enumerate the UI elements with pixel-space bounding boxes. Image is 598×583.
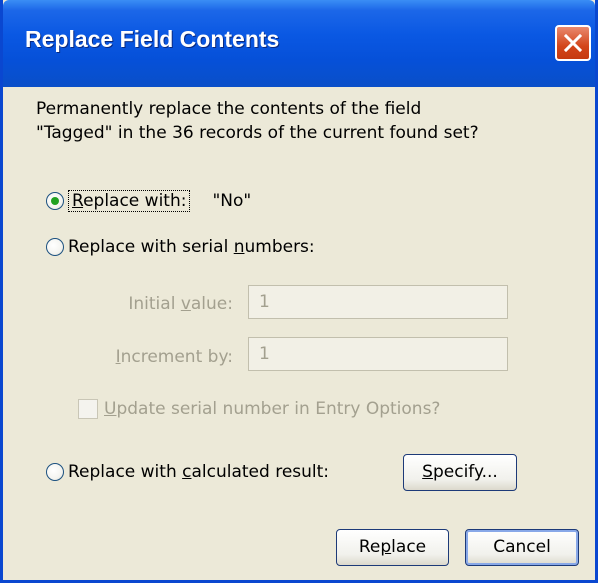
prompt-text: Permanently replace the contents of the … (36, 97, 576, 145)
update-serial-label: Update serial number in Entry Options? (104, 399, 441, 419)
replace-with-value: "No" (212, 191, 252, 211)
initial-value-field[interactable]: 1 (248, 285, 508, 319)
dialog-content: Permanently replace the contents of the … (3, 87, 595, 580)
close-button[interactable] (555, 25, 591, 61)
replace-with-label: Replace with: (68, 190, 191, 212)
radio-calculated-result[interactable]: Replace with calculated result: (46, 462, 329, 482)
replace-button[interactable]: Replace (336, 529, 449, 566)
increment-by-label: Increment by: (115, 347, 233, 367)
dialog-window: Replace Field Contents Permanently repla… (0, 0, 598, 583)
window-title: Replace Field Contents (25, 26, 280, 52)
initial-value-label: Initial value: (128, 294, 233, 314)
calculated-result-label: Replace with calculated result: (68, 462, 330, 482)
increment-by-field[interactable]: 1 (248, 337, 508, 371)
cancel-button[interactable]: Cancel (465, 529, 579, 566)
radio-button-selected[interactable] (46, 192, 64, 210)
update-serial-checkbox[interactable] (78, 399, 98, 419)
prompt-line-2: "Tagged" in the 36 records of the curren… (36, 123, 479, 143)
radio-button[interactable] (46, 238, 64, 256)
title-bar[interactable]: Replace Field Contents (3, 0, 595, 87)
radio-serial-numbers[interactable]: Replace with serial numbers: (46, 237, 315, 257)
serial-numbers-label: Replace with serial numbers: (68, 237, 315, 257)
prompt-line-1: Permanently replace the contents of the … (36, 99, 422, 119)
specify-button[interactable]: Specify... (403, 454, 517, 491)
radio-button[interactable] (46, 463, 64, 481)
radio-replace-with[interactable]: Replace with: "No" (46, 190, 251, 212)
close-icon (563, 33, 583, 53)
